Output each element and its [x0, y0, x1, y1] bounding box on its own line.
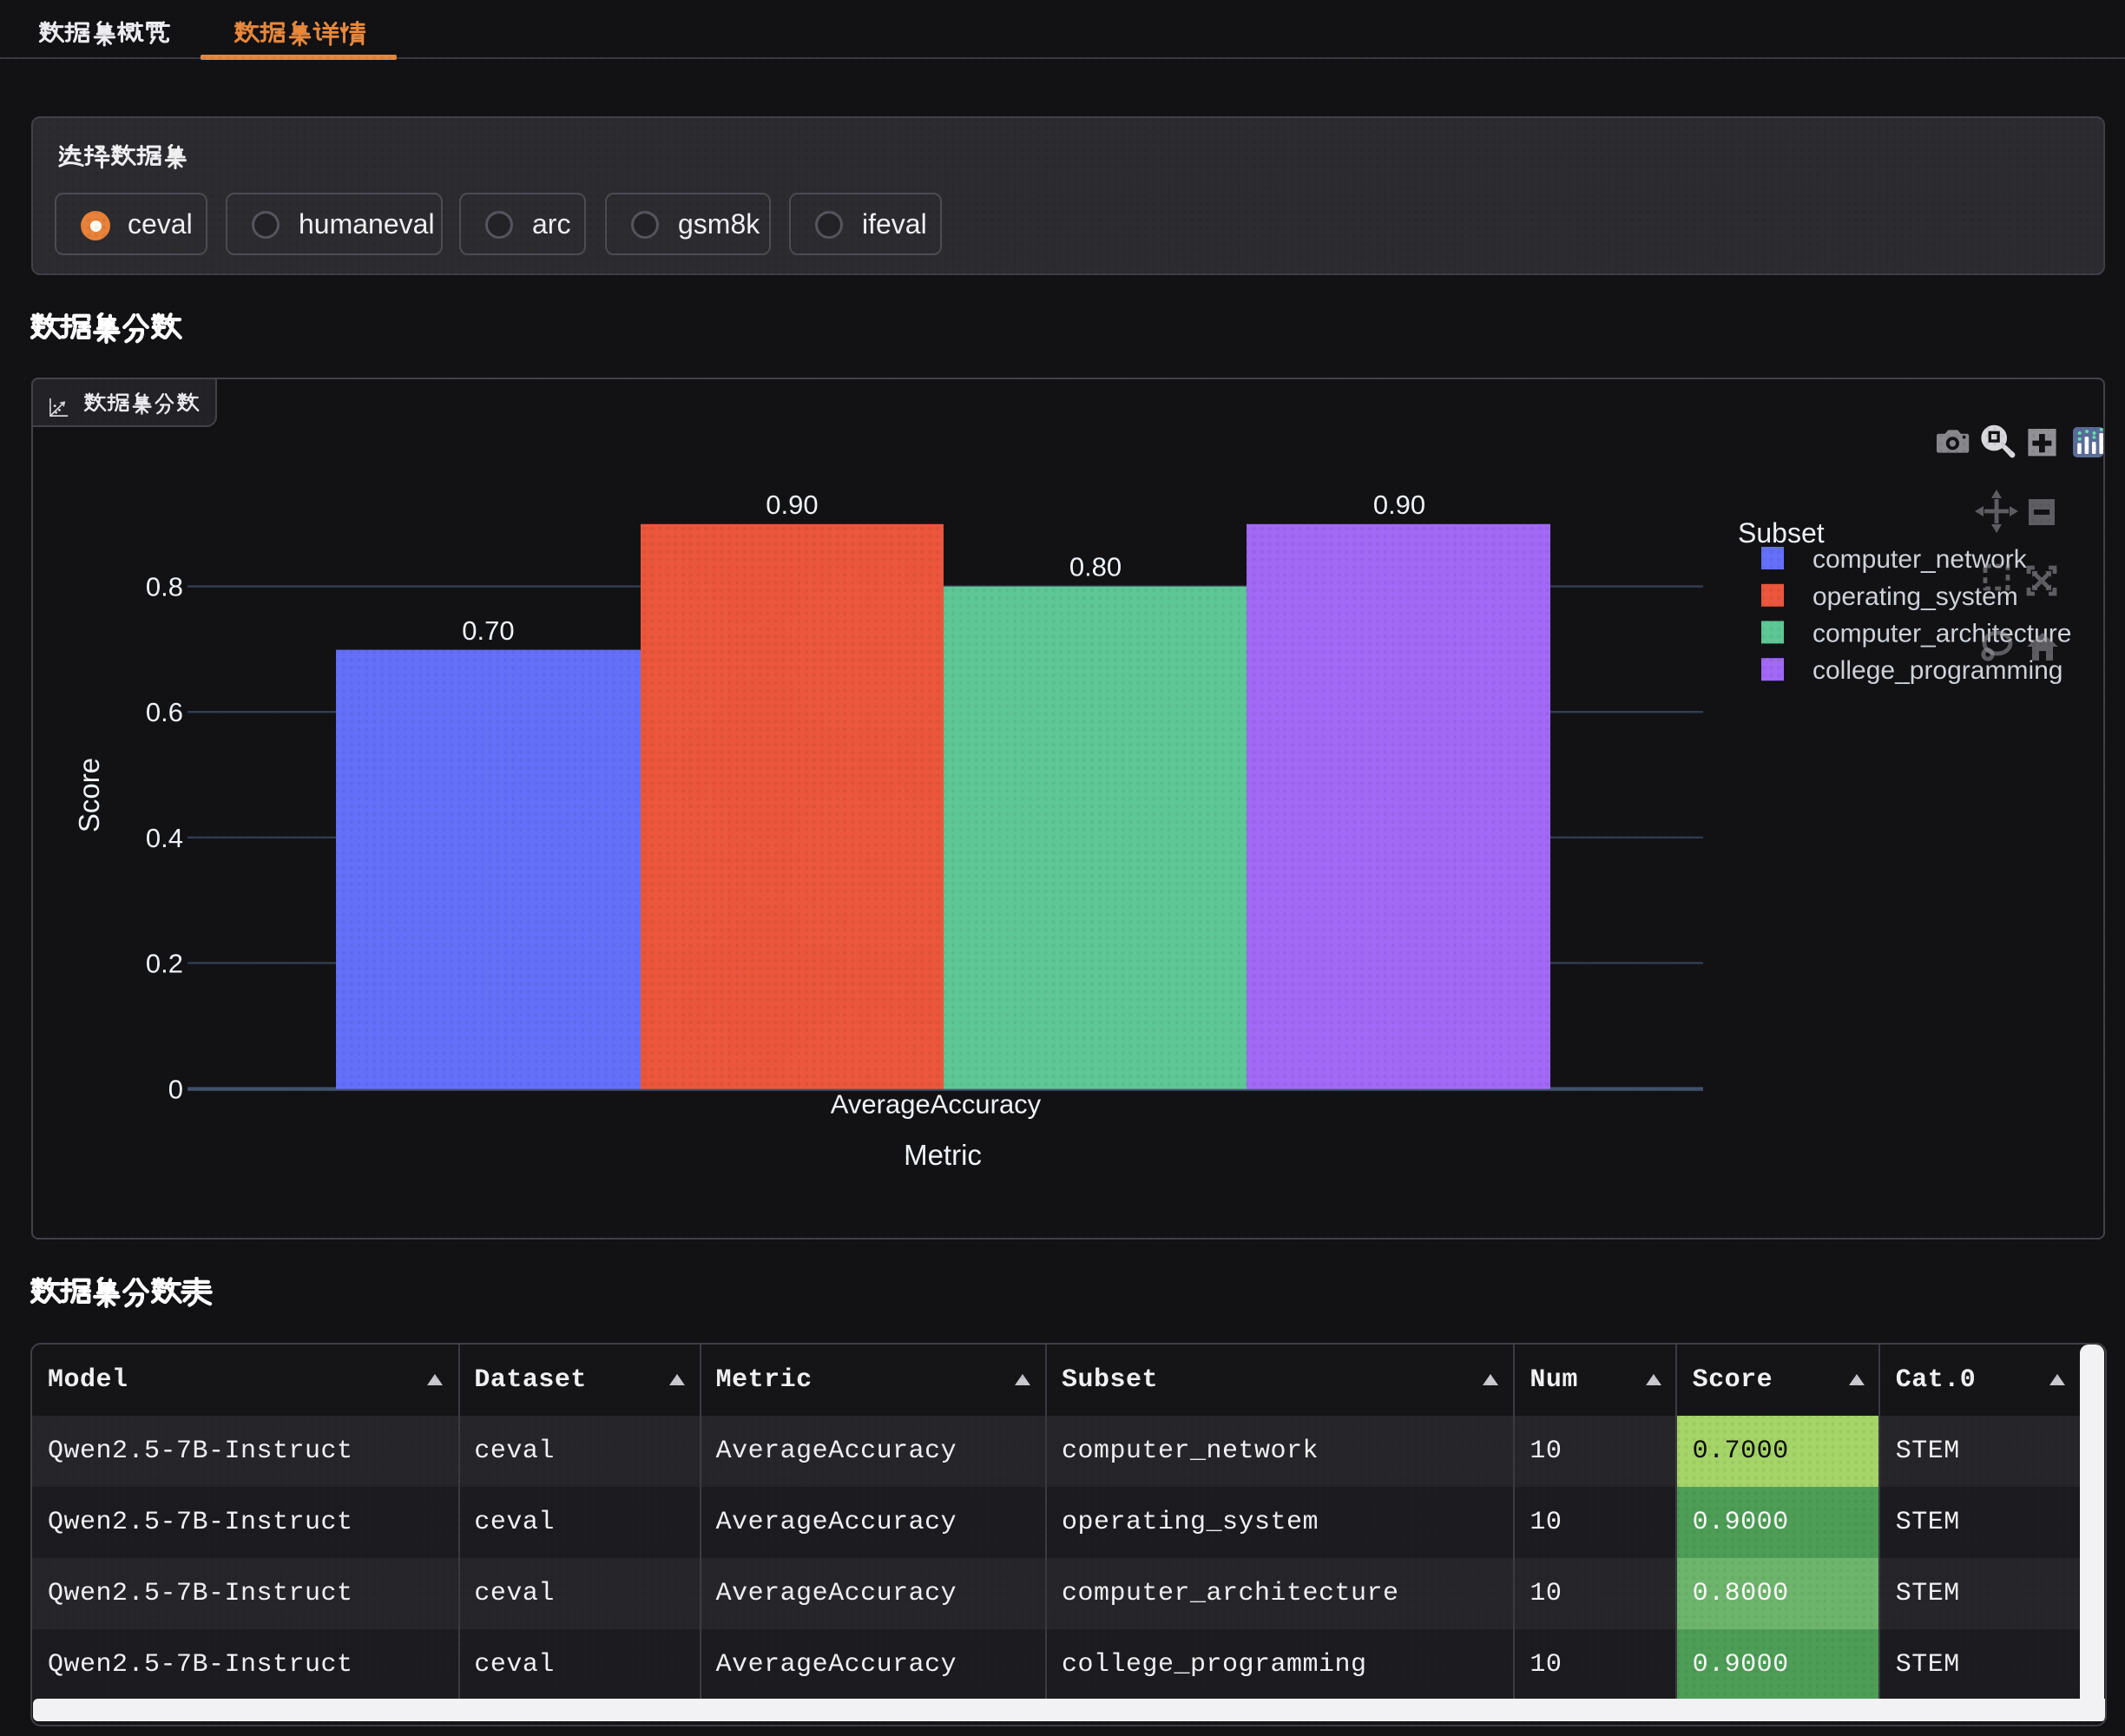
svg-text:0.80: 0.80: [1069, 552, 1122, 582]
svg-text:0.90: 0.90: [766, 490, 818, 520]
svg-text:computer_network: computer_network: [1812, 545, 2028, 574]
svg-text:college_programming: college_programming: [1812, 656, 2063, 685]
svg-text:Metric: Metric: [904, 1139, 982, 1171]
svg-text:0.6: 0.6: [146, 697, 183, 727]
svg-text:0.90: 0.90: [1373, 490, 1425, 520]
svg-text:0.70: 0.70: [462, 615, 514, 646]
svg-text:AverageAccuracy: AverageAccuracy: [831, 1089, 1042, 1120]
svg-text:Subset: Subset: [1738, 517, 1825, 549]
svg-text:0.8: 0.8: [146, 572, 183, 602]
svg-text:Score: Score: [73, 758, 105, 832]
svg-text:0.2: 0.2: [146, 948, 183, 978]
svg-text:0: 0: [168, 1075, 183, 1105]
svg-text:0.4: 0.4: [146, 823, 183, 853]
